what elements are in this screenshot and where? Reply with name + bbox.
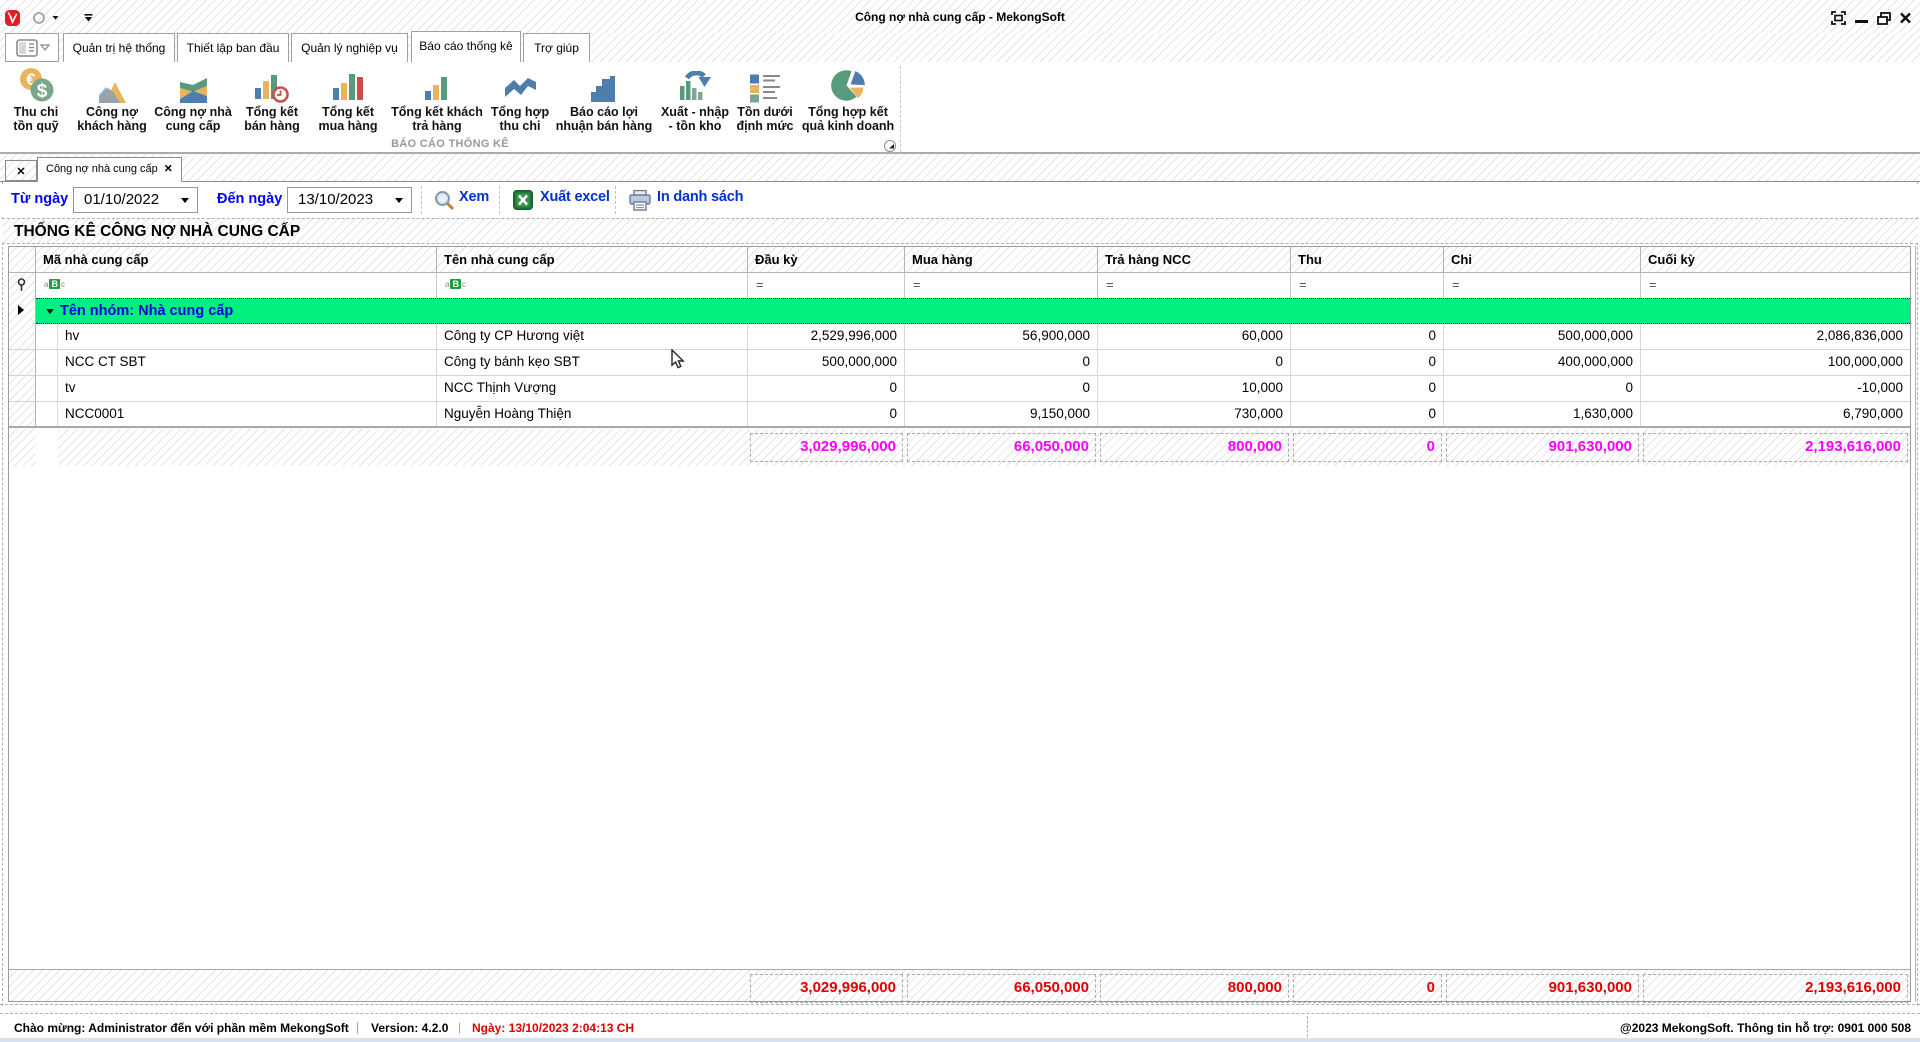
svg-text:$: $	[37, 81, 48, 102]
